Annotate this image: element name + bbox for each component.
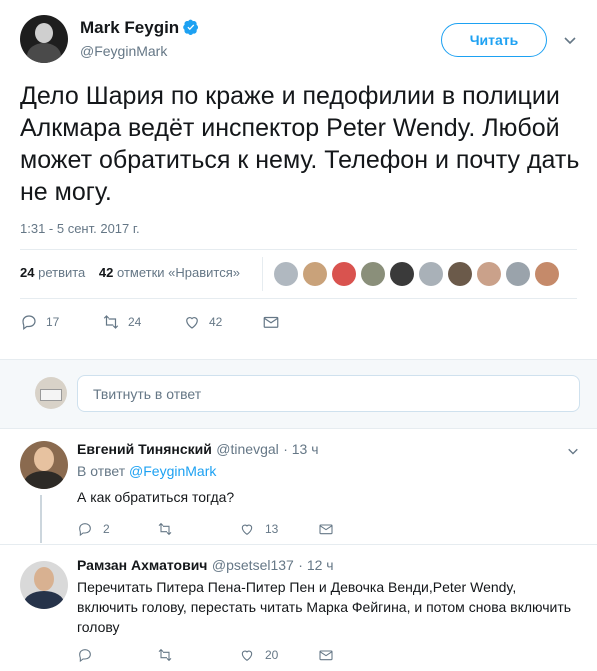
retweet-icon xyxy=(103,315,119,329)
reply-action[interactable]: 17 xyxy=(20,313,59,331)
heart-icon xyxy=(241,650,253,661)
current-user-avatar xyxy=(35,377,67,409)
likes-count: 42 xyxy=(98,265,114,280)
like-action[interactable]: 13 xyxy=(239,521,278,537)
reply-input[interactable]: Твитнуть в ответ xyxy=(77,375,580,412)
liker-avatar[interactable] xyxy=(361,262,385,286)
reply-time[interactable]: · 13 ч xyxy=(283,441,318,457)
avatar-head xyxy=(35,23,53,43)
tweet-timestamp[interactable]: 1:31 - 5 сент. 2017 г. xyxy=(20,221,140,236)
liker-avatar[interactable] xyxy=(535,262,559,286)
retweets-label: ретвита xyxy=(38,265,86,280)
avatar-head xyxy=(34,567,54,591)
in-reply-to-link[interactable]: @FeyginMark xyxy=(129,463,216,479)
retweet-icon xyxy=(158,648,172,662)
avatar-body xyxy=(27,43,61,63)
message-action[interactable] xyxy=(318,647,334,663)
author-handle[interactable]: @FeyginMark xyxy=(80,43,167,59)
like-count: 20 xyxy=(265,648,279,662)
like-action[interactable]: 42 xyxy=(183,313,222,331)
likers-avatars xyxy=(274,262,564,286)
likes-label: отметки «Нравится» xyxy=(117,265,240,280)
heart-icon xyxy=(186,317,198,329)
retweet-icon xyxy=(158,522,172,536)
retweet-action[interactable]: 24 xyxy=(102,313,141,331)
divider xyxy=(20,298,577,299)
envelope-icon xyxy=(319,524,333,535)
envelope-icon xyxy=(319,650,333,661)
verified-badge-icon xyxy=(183,19,199,35)
liker-avatar[interactable] xyxy=(448,262,472,286)
reply-count: 2 xyxy=(103,522,110,536)
avatar-head xyxy=(34,447,54,471)
retweets-count: 24 xyxy=(20,265,35,280)
reply-author-handle[interactable]: @tinevgal xyxy=(216,441,278,457)
retweet-action[interactable] xyxy=(157,647,183,663)
retweet-count: 24 xyxy=(128,315,142,329)
reply-avatar[interactable] xyxy=(20,441,68,489)
envelope-icon xyxy=(263,316,279,328)
reply-author-name[interactable]: Евгений Тинянский xyxy=(77,441,212,457)
author-name-text[interactable]: Mark Feygin xyxy=(80,18,179,37)
divider xyxy=(0,544,597,545)
likes-stat[interactable]: 42 отметки «Нравится» xyxy=(99,265,240,280)
reply-time[interactable]: · 12 ч xyxy=(298,557,333,573)
reply-count: 17 xyxy=(46,315,60,329)
avatar-sign xyxy=(40,389,62,401)
avatar-body xyxy=(24,471,64,489)
in-reply-to: В ответ @FeyginMark xyxy=(77,463,216,479)
tweet-text: Дело Шария по краже и педофилии в полици… xyxy=(20,82,580,206)
stats-divider xyxy=(262,257,263,291)
retweets-stat[interactable]: 24 ретвита xyxy=(20,265,85,280)
message-action[interactable] xyxy=(262,313,280,331)
reply-action[interactable]: 2 xyxy=(77,521,110,537)
reply-text: А как обратиться тогда? xyxy=(77,489,235,505)
like-action[interactable]: 20 xyxy=(239,647,278,663)
liker-avatar[interactable] xyxy=(506,262,530,286)
chevron-down-icon[interactable] xyxy=(563,33,577,47)
thread-line xyxy=(40,495,42,543)
like-count: 13 xyxy=(265,522,279,536)
reply-icon xyxy=(79,523,91,537)
reply-header: Рамзан Ахматович @psetsel137 · 12 ч xyxy=(77,557,334,575)
reply-icon xyxy=(22,315,36,330)
liker-avatar[interactable] xyxy=(332,262,356,286)
author-name[interactable]: Mark Feygin xyxy=(80,18,199,38)
liker-avatar[interactable] xyxy=(477,262,501,286)
in-reply-prefix: В ответ xyxy=(77,463,126,479)
heart-icon xyxy=(241,524,253,535)
author-avatar[interactable] xyxy=(20,15,68,63)
liker-avatar[interactable] xyxy=(419,262,443,286)
reply-author-name[interactable]: Рамзан Ахматович xyxy=(77,557,207,573)
divider xyxy=(20,249,577,250)
tweet-stats: 24 ретвита 42 отметки «Нравится» xyxy=(20,265,250,280)
retweet-action[interactable] xyxy=(157,521,183,537)
like-count: 42 xyxy=(209,315,223,329)
liker-avatar[interactable] xyxy=(390,262,414,286)
follow-button[interactable]: Читать xyxy=(441,23,547,57)
liker-avatar[interactable] xyxy=(274,262,298,286)
reply-author-handle[interactable]: @psetsel137 xyxy=(212,557,294,573)
message-action[interactable] xyxy=(318,521,334,537)
reply-action[interactable] xyxy=(77,647,103,663)
reply-icon xyxy=(79,649,91,663)
reply-header: Евгений Тинянский @tinevgal · 13 ч xyxy=(77,441,319,459)
avatar-body xyxy=(24,591,64,609)
reply-avatar[interactable] xyxy=(20,561,68,609)
reply-text: Перечитать Питера Пена-Питер Пен и Девоч… xyxy=(77,579,572,635)
chevron-down-icon[interactable] xyxy=(567,445,579,457)
liker-avatar[interactable] xyxy=(303,262,327,286)
